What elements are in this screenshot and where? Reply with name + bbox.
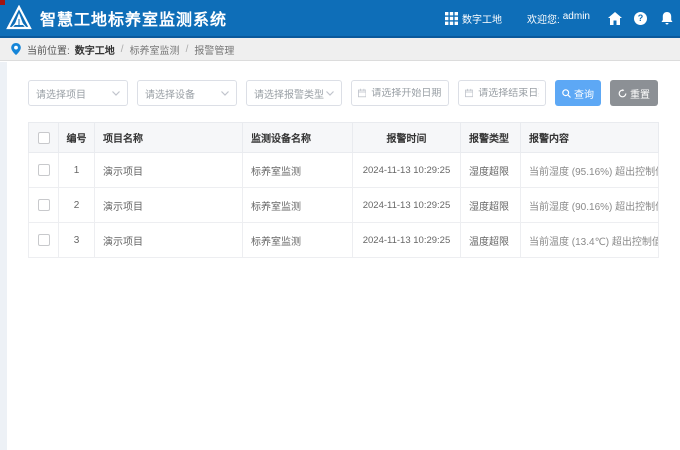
cell-project: 演示项目 (95, 188, 243, 223)
app-logo-icon (6, 5, 32, 31)
username: admin (563, 11, 590, 26)
filter-toolbar: 请选择项目 请选择设备 请选择报警类型 (28, 80, 680, 106)
query-button[interactable]: 查询 (555, 80, 601, 106)
cell-type: 湿度超限 (461, 188, 521, 223)
home-icon[interactable] (607, 11, 622, 26)
project-select[interactable]: 请选择项目 (28, 80, 128, 106)
col-header-content: 报警内容 (521, 123, 659, 153)
row-checkbox[interactable] (38, 199, 50, 211)
cell-project: 演示项目 (95, 153, 243, 188)
col-header-type: 报警类型 (461, 123, 521, 153)
device-select-placeholder: 请选择设备 (145, 86, 195, 101)
alarms-table: 编号 项目名称 监测设备名称 报警时间 报警类型 报警内容 1 演示项目 标养室… (28, 122, 659, 258)
cell-device: 标养室监测 (243, 153, 353, 188)
cell-project: 演示项目 (95, 223, 243, 258)
cell-content: 当前湿度 (90.16%) 超出控制值范围 (9... (521, 188, 659, 223)
start-date-input[interactable] (371, 88, 442, 99)
chevron-down-icon (221, 91, 229, 96)
col-header-device: 监测设备名称 (243, 123, 353, 153)
select-all-checkbox[interactable] (38, 132, 50, 144)
bell-icon[interactable] (659, 11, 674, 26)
start-date-field[interactable] (351, 80, 449, 106)
table-row: 1 演示项目 标养室监测 2024-11-13 10:29:25 湿度超限 当前… (29, 153, 659, 188)
cell-content: 当前温度 (13.4℃) 超出控制值范围 (20... (521, 223, 659, 258)
cell-no: 1 (59, 153, 95, 188)
location-pin-icon (10, 43, 22, 55)
project-select-placeholder: 请选择项目 (36, 86, 86, 101)
reset-button[interactable]: 重置 (610, 80, 658, 106)
chevron-down-icon (112, 91, 120, 96)
chevron-down-icon (326, 91, 334, 96)
cell-no: 3 (59, 223, 95, 258)
header-brand: 智慧工地标养室监测系统 (6, 5, 227, 31)
app-window: 智慧工地标养室监测系统 数字工地 欢迎您: admin (0, 0, 680, 450)
cell-type: 湿度超限 (461, 153, 521, 188)
end-date-field[interactable] (458, 80, 546, 106)
cell-type: 温度超限 (461, 223, 521, 258)
col-header-time: 报警时间 (353, 123, 461, 153)
table-row: 2 演示项目 标养室监测 2024-11-13 10:29:25 湿度超限 当前… (29, 188, 659, 223)
breadcrumb-item-module[interactable]: 标养室监测 (130, 42, 180, 57)
alarm-type-select[interactable]: 请选择报警类型 (246, 80, 342, 106)
left-edge-strip (0, 62, 7, 450)
cell-time: 2024-11-13 10:29:25 (353, 153, 461, 188)
calendar-icon (465, 88, 473, 98)
refresh-icon (618, 89, 627, 98)
breadcrumb-item-page: 报警管理 (194, 42, 234, 57)
search-icon (562, 89, 571, 98)
cell-device: 标养室监测 (243, 223, 353, 258)
cell-content: 当前湿度 (95.16%) 超出控制值范围 (9... (521, 153, 659, 188)
col-header-no: 编号 (59, 123, 95, 153)
device-select[interactable]: 请选择设备 (137, 80, 237, 106)
cell-no: 2 (59, 188, 95, 223)
breadcrumb-item-root[interactable]: 数字工地 (75, 42, 115, 57)
corner-marker (0, 0, 5, 5)
row-checkbox[interactable] (38, 234, 50, 246)
workspace-switcher[interactable]: 数字工地 (445, 11, 502, 26)
breadcrumb: 当前位置: 数字工地 / 标养室监测 / 报警管理 (0, 38, 680, 61)
help-icon[interactable]: ? (633, 11, 648, 26)
welcome-text: 欢迎您: admin (527, 11, 590, 26)
cell-time: 2024-11-13 10:29:25 (353, 223, 461, 258)
calendar-icon (358, 88, 366, 98)
cell-time: 2024-11-13 10:29:25 (353, 188, 461, 223)
workspace-label: 数字工地 (462, 11, 502, 26)
table-row: 3 演示项目 标养室监测 2024-11-13 10:29:25 温度超限 当前… (29, 223, 659, 258)
row-checkbox[interactable] (38, 164, 50, 176)
cell-device: 标养室监测 (243, 188, 353, 223)
col-header-project: 项目名称 (95, 123, 243, 153)
table-header-row: 编号 项目名称 监测设备名称 报警时间 报警类型 报警内容 (29, 123, 659, 153)
header-actions: 数字工地 欢迎您: admin ? (445, 11, 674, 26)
app-header: 智慧工地标养室监测系统 数字工地 欢迎您: admin (0, 0, 680, 38)
page-title: 智慧工地标养室监测系统 (40, 6, 227, 30)
breadcrumb-label: 当前位置: (27, 42, 70, 57)
alarm-type-select-placeholder: 请选择报警类型 (254, 86, 324, 101)
grid-icon (445, 12, 458, 25)
end-date-input[interactable] (478, 88, 539, 99)
